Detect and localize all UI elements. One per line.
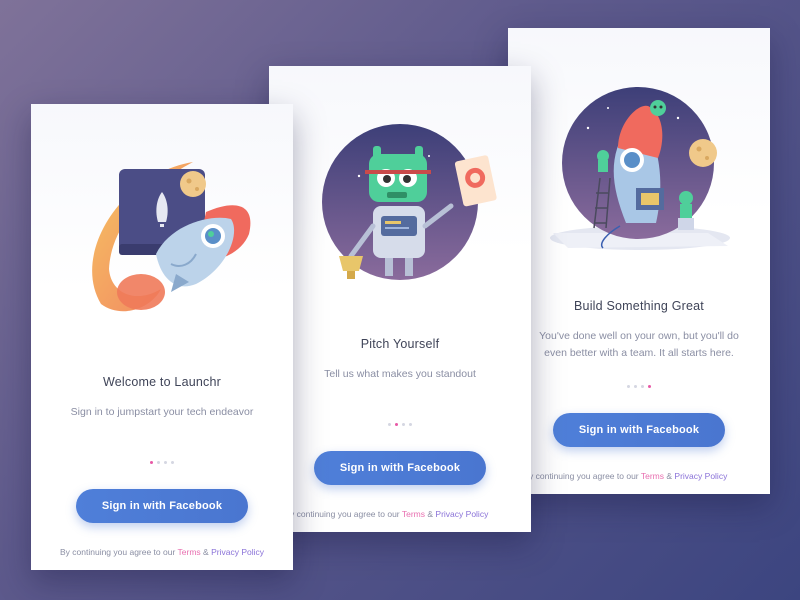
page-dot[interactable] xyxy=(388,423,391,426)
legal-prefix: By continuing you agree to our xyxy=(60,547,176,557)
robot-with-trophy-icon xyxy=(322,124,497,280)
privacy-policy-link[interactable]: Privacy Policy xyxy=(211,547,264,557)
page-indicator xyxy=(269,423,531,426)
onboarding-card-pitch: Pitch Yourself Tell us what makes you st… xyxy=(269,66,531,532)
card-title: Pitch Yourself xyxy=(360,337,440,351)
page-dot[interactable] xyxy=(402,423,405,426)
card-title: Welcome to Launchr xyxy=(102,375,221,389)
page-indicator xyxy=(31,461,293,464)
page-dot[interactable] xyxy=(634,385,637,388)
card-subtitle: You've done well on your own, but you'll… xyxy=(508,328,770,362)
onboarding-card-build: Build Something Great You've done well o… xyxy=(508,28,770,494)
terms-link[interactable]: Terms xyxy=(402,509,425,519)
privacy-policy-link[interactable]: Privacy Policy xyxy=(674,471,727,481)
sign-in-facebook-button[interactable]: Sign in with Facebook xyxy=(553,413,725,447)
page-indicator xyxy=(508,385,770,388)
legal-text: y continuing you agree to our Terms & Pr… xyxy=(290,509,531,519)
legal-prefix: y continuing you agree to our xyxy=(529,471,639,481)
legal-amp: & xyxy=(203,547,209,557)
subtitle-line: Tell us what makes you standout xyxy=(324,368,476,380)
page-dot[interactable] xyxy=(409,423,412,426)
subtitle-line: even better with a team. It all starts h… xyxy=(544,347,734,359)
page-dot[interactable] xyxy=(157,461,160,464)
card-subtitle: Sign in to jumpstart your tech endeavor xyxy=(31,404,293,421)
legal-amp: & xyxy=(427,509,434,519)
page-dot[interactable] xyxy=(641,385,644,388)
page-dot[interactable] xyxy=(627,385,630,388)
onboarding-card-welcome: Welcome to Launchr Sign in to jumpstart … xyxy=(31,104,293,570)
page-dot[interactable] xyxy=(164,461,167,464)
rocket-launch-icon xyxy=(92,162,251,312)
rocket-construction-team-icon xyxy=(550,87,730,250)
page-dot-active[interactable] xyxy=(150,461,153,464)
page-dot-active[interactable] xyxy=(395,423,398,426)
page-dot[interactable] xyxy=(171,461,174,464)
legal-prefix: y continuing you agree to our xyxy=(290,509,400,519)
sign-in-facebook-button[interactable]: Sign in with Facebook xyxy=(76,489,248,523)
legal-text: By continuing you agree to our Terms & P… xyxy=(31,547,293,557)
subtitle-line: You've done well on your own, but you'll… xyxy=(539,330,739,342)
legal-text: y continuing you agree to our Terms & Pr… xyxy=(529,471,770,481)
privacy-policy-link[interactable]: Privacy Policy xyxy=(435,509,488,519)
card-subtitle: Tell us what makes you standout xyxy=(269,366,531,383)
card-title: Build Something Great xyxy=(574,299,704,313)
subtitle-line: Sign in to jumpstart your tech endeavor xyxy=(70,406,254,418)
sign-in-facebook-button[interactable]: Sign in with Facebook xyxy=(314,451,486,485)
terms-link[interactable]: Terms xyxy=(178,547,201,557)
terms-link[interactable]: Terms xyxy=(641,471,664,481)
page-dot-active[interactable] xyxy=(648,385,651,388)
legal-amp: & xyxy=(666,471,673,481)
